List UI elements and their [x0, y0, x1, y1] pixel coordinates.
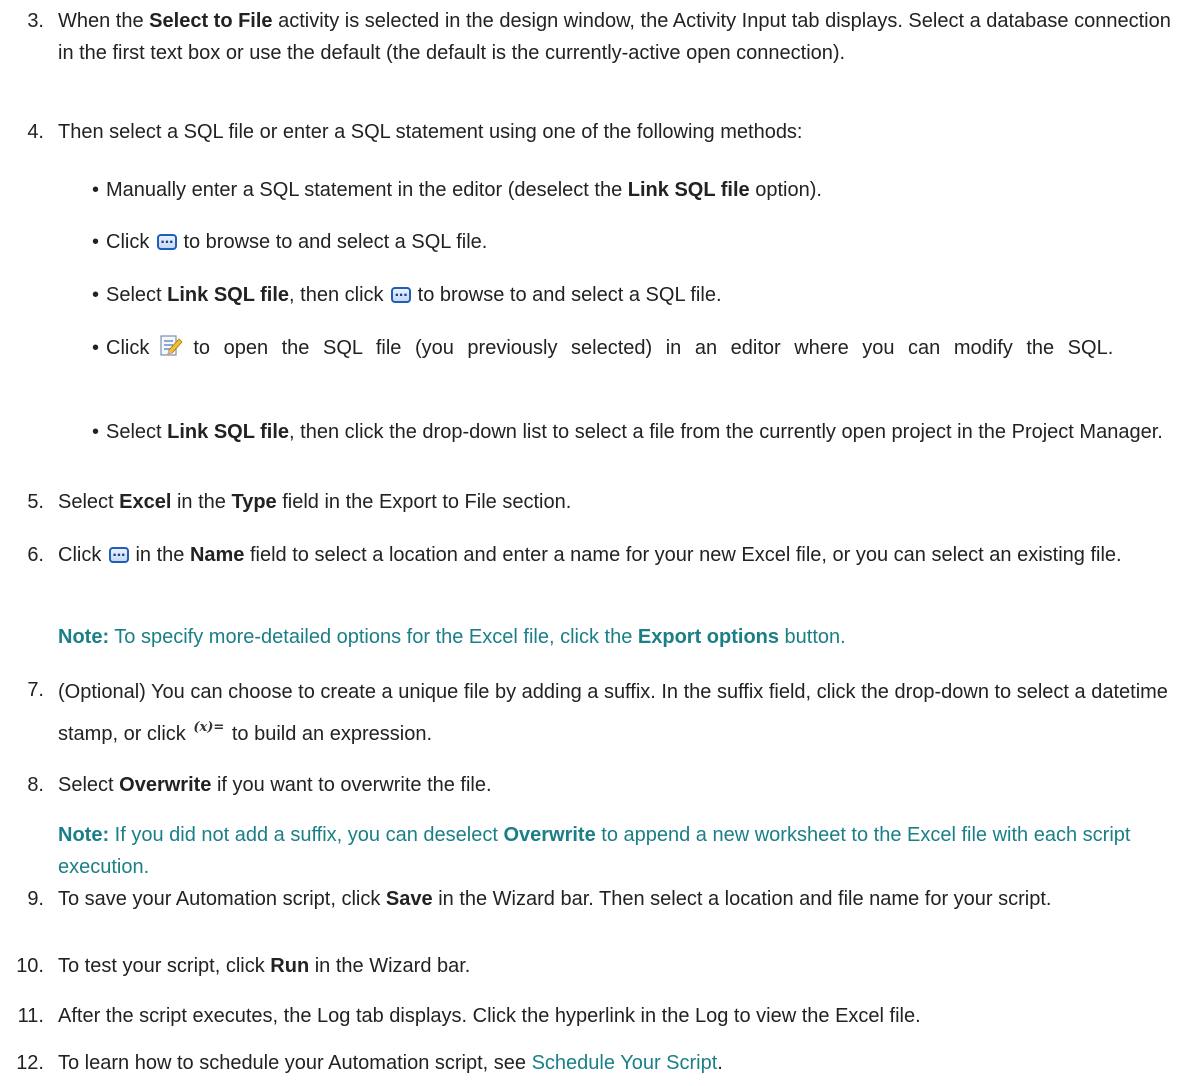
expression-builder-icon[interactable]: (x)= — [193, 710, 224, 745]
bullet-5: • Select Link SQL file, then click the dr… — [92, 421, 1163, 443]
step-number: 3. — [27, 10, 44, 32]
bullet-2: •Click to browse to and select a SQL fil… — [92, 227, 1182, 259]
document-page: 3. When the Select to File activity is s… — [0, 0, 1194, 1086]
note-export-options: Note: To specify more-detailed options f… — [58, 626, 846, 648]
bullet-1: • Manually enter a SQL statement in the e… — [92, 179, 822, 201]
select-to-file-label: Select to File — [149, 10, 273, 32]
step-text: Then select a SQL file or enter a SQL st… — [58, 121, 803, 143]
ellipsis-button-icon[interactable] — [156, 227, 177, 259]
note-overwrite: Note: If you did not add a suffix, you c… — [58, 824, 1131, 878]
ellipsis-button-icon[interactable] — [391, 280, 412, 312]
step-number: 4. — [27, 121, 44, 143]
bullet-4: • Click to open the SQL file (you previo… — [92, 333, 1182, 365]
edit-sql-icon[interactable] — [159, 334, 183, 358]
bullet-3: •Select Link SQL file, then click to bro… — [92, 280, 1182, 312]
schedule-your-script-link[interactable]: Schedule Your Script — [532, 1052, 718, 1074]
ellipsis-button-icon[interactable] — [108, 540, 129, 572]
step-text: When the Select to File activity is sele… — [58, 10, 1171, 64]
